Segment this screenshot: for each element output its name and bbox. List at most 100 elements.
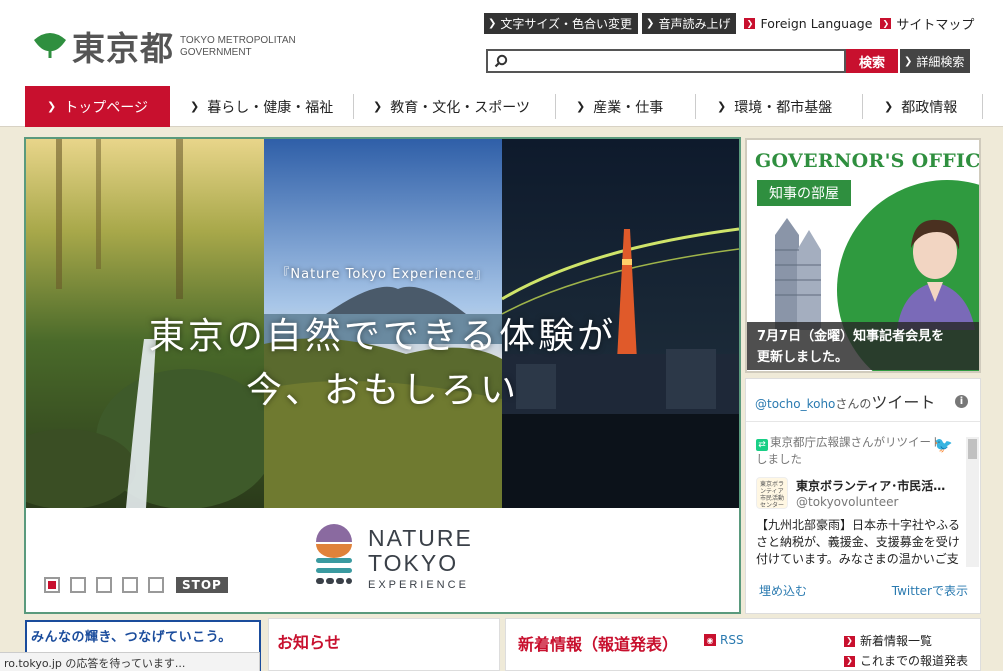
past-press-link[interactable]: ❯ これまでの報道発表 xyxy=(844,651,968,671)
chevron-right-icon: ❯ xyxy=(190,100,200,113)
nav-top-page[interactable]: ❯ トップページ xyxy=(25,86,170,127)
embed-link[interactable]: 埋め込む xyxy=(759,582,807,599)
arrow-right-icon: ❯ xyxy=(844,655,855,667)
chevron-right-icon: ❯ xyxy=(576,100,586,113)
twitter-header: @tocho_kohoさんのツイート xyxy=(755,389,935,413)
slider-controls: STOP xyxy=(44,577,228,593)
governor-office-title: GOVERNOR'S OFFICE xyxy=(755,150,981,172)
nav-divider xyxy=(353,94,354,119)
view-on-twitter-link[interactable]: Twitterで表示 xyxy=(892,582,968,599)
retweet-icon: ⇄ xyxy=(756,439,768,451)
twitter-handle-suffix: さんの xyxy=(835,397,872,411)
search-icon xyxy=(494,54,508,68)
governor-news-line2: 更新しました。 xyxy=(757,350,849,365)
nav-living-health-welfare[interactable]: ❯ 暮らし・健康・福祉 xyxy=(190,86,333,127)
tweet-user-name[interactable]: 東京ボランティア･市民活… xyxy=(796,477,945,494)
chevron-right-icon: ❯ xyxy=(717,100,727,113)
site-logo[interactable]: 東京都 TOKYO METROPOLITAN GOVERNMENT xyxy=(32,22,296,70)
speech-label: 音声読み上げ xyxy=(658,17,731,31)
notice-panel: お知らせ xyxy=(268,618,500,671)
logo-line-nature: NATURE xyxy=(368,525,473,551)
twitter-handle[interactable]: @tocho_koho xyxy=(755,397,835,411)
slide-dot-2[interactable] xyxy=(70,577,86,593)
info-icon[interactable]: i xyxy=(955,395,968,408)
foreign-language-label: Foreign Language xyxy=(760,16,873,31)
arrow-right-icon: ❯ xyxy=(744,18,756,29)
rss-link[interactable]: ◉ RSS xyxy=(704,633,744,647)
governor-news[interactable]: 7月7日（金曜）知事記者会見を 更新しました。 xyxy=(747,322,979,370)
nav-divider xyxy=(862,94,863,119)
nav-environment-infrastructure[interactable]: ❯ 環境・都市基盤 xyxy=(717,86,832,127)
text-color-settings-label: 文字サイズ・色合い変更 xyxy=(500,17,633,31)
press-release-panel: 新着情報（報道発表） ◉ RSS ❯ 新着情報一覧 ❯ これまでの報道発表 xyxy=(505,618,981,671)
search-button[interactable]: 検索 xyxy=(846,49,898,73)
slide-dot-4[interactable] xyxy=(122,577,138,593)
governor-room-tag: 知事の部屋 xyxy=(757,180,851,206)
chevron-right-icon: ❯ xyxy=(373,100,383,113)
logo-english-line2: GOVERNMENT xyxy=(180,47,252,58)
search-input[interactable] xyxy=(486,49,846,73)
notice-title: お知らせ xyxy=(277,633,341,652)
global-nav: ❯ トップページ ❯ 暮らし・健康・福祉 ❯ 教育・文化・スポーツ ❯ 産業・仕… xyxy=(0,86,1003,127)
divider xyxy=(746,421,980,422)
slider-stop-button[interactable]: STOP xyxy=(176,577,228,593)
logo-english-line1: TOKYO METROPOLITAN xyxy=(180,35,296,46)
press-links: ❯ 新着情報一覧 ❯ これまでの報道発表 xyxy=(844,631,968,671)
nav-education-culture-sports[interactable]: ❯ 教育・文化・スポーツ xyxy=(373,86,530,127)
logo-english: TOKYO METROPOLITAN GOVERNMENT xyxy=(180,35,296,59)
search-bar: 検索 ❯ 詳細検索 xyxy=(486,49,971,73)
nav-divider xyxy=(555,94,556,119)
logo-kanji: 東京都 xyxy=(72,29,174,68)
twitter-widget: @tocho_kohoさんのツイート i ⇄ 東京都庁広報課さんがリツイートしまし… xyxy=(745,378,981,614)
sitemap-link[interactable]: ❯ サイトマップ xyxy=(880,14,974,33)
minna-banner-text: みんなの輝き、つなげていこう。 xyxy=(31,630,232,645)
ginkgo-leaf-icon xyxy=(34,33,66,58)
nav-label: 環境・都市基盤 xyxy=(734,99,833,116)
foreign-language-link[interactable]: ❯ Foreign Language xyxy=(744,16,872,31)
hero-slider[interactable]: 『Nature Tokyo Experience』 東京の自然でできる体験が 今… xyxy=(24,137,741,614)
hero-headline-line1: 東京の自然でできる体験が xyxy=(148,316,617,357)
governor-news-line1: 7月7日（金曜）知事記者会見を xyxy=(757,329,945,344)
utility-links: ❯ 文字サイズ・色合い変更 ❯ 音声読み上げ ❯ Foreign Languag… xyxy=(484,13,974,34)
past-press-label: これまでの報道発表 xyxy=(860,654,969,668)
slide-dot-5[interactable] xyxy=(148,577,164,593)
hero-headline-line2: 今、おもしろい xyxy=(245,370,519,411)
hero-subtitle: 『Nature Tokyo Experience』 xyxy=(276,267,489,282)
tweet-user-handle[interactable]: @tokyovolunteer xyxy=(796,495,898,509)
press-release-title: 新着情報（報道発表） xyxy=(518,635,679,654)
chevron-right-icon: ❯ xyxy=(47,100,57,113)
advanced-search-label: 詳細検索 xyxy=(916,54,965,69)
twitter-scroll-thumb[interactable] xyxy=(968,439,977,459)
avatar[interactable]: 東京ボランティア 市民活動センター xyxy=(756,477,788,509)
retweet-notice: ⇄ 東京都庁広報課さんがリツイートしました xyxy=(756,434,946,467)
twitter-bird-icon: 🐦 xyxy=(934,436,953,454)
nav-label: 都政情報 xyxy=(901,99,958,116)
nature-tokyo-logo-text: NATURE TOKYO EXPERIENCE xyxy=(368,526,473,592)
twitter-header-word: ツイート xyxy=(871,393,936,412)
chevron-right-icon: ❯ xyxy=(646,18,655,29)
nav-label: トップページ xyxy=(64,99,148,116)
nav-label: 暮らし・健康・福祉 xyxy=(207,99,334,116)
site-header: 東京都 TOKYO METROPOLITAN GOVERNMENT ❯ 文字サイ… xyxy=(0,0,1003,86)
slide-dot-1[interactable] xyxy=(44,577,60,593)
logo-line-experience: EXPERIENCE xyxy=(368,579,469,591)
chevron-right-icon: ❯ xyxy=(904,55,913,67)
text-color-settings-button[interactable]: ❯ 文字サイズ・色合い変更 xyxy=(484,13,639,34)
advanced-search-button[interactable]: ❯ 詳細検索 xyxy=(900,49,971,73)
rss-label: RSS xyxy=(720,633,744,647)
nav-industry-work[interactable]: ❯ 産業・仕事 xyxy=(576,86,663,127)
nav-label: 産業・仕事 xyxy=(593,99,664,116)
logo-line-tokyo: TOKYO xyxy=(368,550,459,576)
nav-divider xyxy=(695,94,696,119)
rss-icon: ◉ xyxy=(704,634,716,646)
sitemap-label: サイトマップ xyxy=(896,18,975,33)
browser-status-bar: ro.tokyo.jp の応答を待っています... xyxy=(0,652,260,671)
slide-dot-3[interactable] xyxy=(96,577,112,593)
chevron-right-icon: ❯ xyxy=(884,100,894,113)
speech-button[interactable]: ❯ 音声読み上げ xyxy=(642,13,737,34)
governor-office-banner[interactable]: GOVERNOR'S OFFICE 知事の部屋 7月7日（金曜）知事記者会見を … xyxy=(745,138,981,373)
nav-label: 教育・文化・スポーツ xyxy=(390,99,530,116)
latest-news-link[interactable]: ❯ 新着情報一覧 xyxy=(844,631,968,651)
nav-government-info[interactable]: ❯ 都政情報 xyxy=(884,86,957,127)
arrow-right-icon: ❯ xyxy=(844,635,855,647)
